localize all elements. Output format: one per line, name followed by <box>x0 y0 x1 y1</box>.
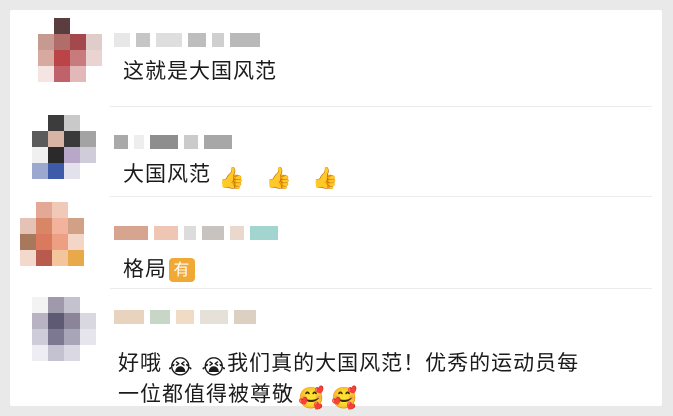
comment-item: 格局有 <box>10 197 662 287</box>
smiling-hearts-icon: 🥰 <box>331 386 359 410</box>
username-blurred[interactable] <box>114 309 256 325</box>
comment-text-content: 格局 <box>123 257 167 281</box>
avatar[interactable] <box>32 297 96 361</box>
crying-face-icon: 😭 <box>201 355 228 379</box>
avatar[interactable] <box>32 115 96 179</box>
comment-item: 这就是大国风范 <box>10 10 662 105</box>
username-blurred[interactable] <box>114 225 278 241</box>
comment-text: 这就是大国风范 <box>123 59 277 83</box>
smiling-hearts-icon: 🥰 <box>298 386 326 410</box>
comment-text: 大国风范 👍 👍 👍 <box>123 157 340 191</box>
comment-text-line-1: 好哦 😭 😭我们真的大国风范！优秀的运动员每 <box>118 346 579 380</box>
comment-text-line-2: 一位都值得被尊敬 🥰 🥰 <box>118 377 358 411</box>
comment-text-content: 大国风范 <box>123 162 211 186</box>
comment-text: 格局有 <box>123 252 195 286</box>
comment-list: 这就是大国风范 大国风范 👍 👍 👍 格局 有 好哦 😭 😭我们真的大国风范！优… <box>10 10 662 409</box>
comment-text-content: 好哦 <box>118 351 162 375</box>
avatar[interactable] <box>20 202 84 266</box>
comment-text-content: 我们真的大国风范！优秀的运动员每 <box>227 351 580 375</box>
thumbs-up-icon: 👍 <box>218 166 246 190</box>
username-blurred[interactable] <box>114 134 232 150</box>
comment-item: 好哦 😭 😭我们真的大国风范！优秀的运动员每 一位都值得被尊敬 🥰 🥰 <box>10 289 662 409</box>
thumbs-up-icon: 👍 <box>312 166 340 190</box>
comment-text-content: 一位都值得被尊敬 <box>118 382 294 406</box>
you-badge-icon: 有 <box>169 258 195 282</box>
comment-item: 大国风范 👍 👍 👍 <box>10 107 662 195</box>
username-blurred[interactable] <box>114 32 260 48</box>
crying-face-icon: 😭 <box>168 355 194 379</box>
avatar[interactable] <box>38 18 102 82</box>
thumbs-up-icon: 👍 <box>265 166 293 190</box>
